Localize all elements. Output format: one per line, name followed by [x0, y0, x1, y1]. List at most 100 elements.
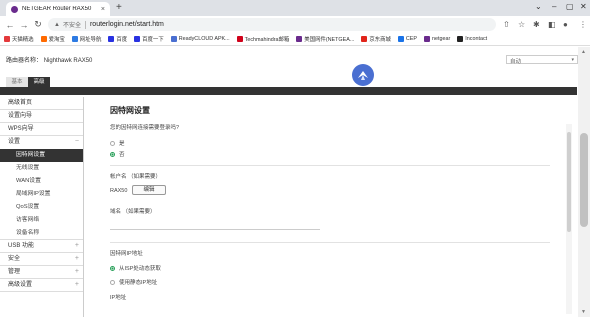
- bookmark-item[interactable]: 美国网件(NETGEA...: [296, 35, 354, 43]
- sidebar-group-label: 设置: [8, 139, 21, 145]
- sidebar-item-label: USB 功能: [8, 243, 35, 249]
- url-text[interactable]: routerlogin.net/start.htm: [90, 21, 164, 28]
- sidebar-item-internet-setup[interactable]: 因特网设置: [0, 149, 83, 162]
- sidebar-item-qos-setup[interactable]: QoS设置: [0, 201, 83, 214]
- bookmark-label: netgear: [432, 36, 451, 42]
- browser-tab[interactable]: NETGEAR Router RAX50 ×: [6, 2, 110, 16]
- maximize-icon[interactable]: ▢: [566, 2, 574, 11]
- profile-icon[interactable]: ●: [563, 20, 568, 29]
- bookmark-item[interactable]: 百度: [108, 35, 127, 43]
- tab-search-icon[interactable]: ⌄: [535, 2, 542, 11]
- expand-icon[interactable]: +: [75, 253, 79, 265]
- bookmark-item[interactable]: 天猫精选: [4, 35, 34, 43]
- bookmark-favicon-icon: [134, 36, 141, 42]
- sidebar-item-wireless-setup[interactable]: 无线设置: [0, 162, 83, 175]
- sidebar-item-advanced-setup[interactable]: 高级设置 +: [0, 279, 83, 292]
- login-yes-radio[interactable]: 是: [110, 139, 125, 147]
- sidebar-item-wps-wizard[interactable]: WPS向导: [0, 123, 83, 136]
- edit-button[interactable]: 编辑: [132, 185, 166, 195]
- divider: [110, 242, 550, 243]
- sidebar-item-device-name[interactable]: 设备名称: [0, 227, 83, 240]
- bookmark-item[interactable]: 网址导航: [71, 35, 101, 43]
- radio-selected-icon: [110, 265, 115, 271]
- new-tab-button[interactable]: +: [116, 2, 122, 14]
- bookmark-label: 百度一下: [142, 37, 164, 43]
- bookmark-favicon-icon: [296, 36, 303, 42]
- sidebar-item-wan-setup[interactable]: WAN设置: [0, 175, 83, 188]
- domain-input[interactable]: [110, 229, 320, 230]
- insecure-warning-icon[interactable]: ▲: [54, 22, 60, 28]
- page-title: 因特网设置: [110, 106, 150, 115]
- sidebar-item-lan-setup[interactable]: 局域网IP设置: [0, 188, 83, 201]
- bookmark-label: 百度: [116, 37, 128, 43]
- sidebar-item-security[interactable]: 安全 +: [0, 253, 83, 266]
- bookmark-label: 天猫精选: [12, 37, 34, 43]
- extensions-icon[interactable]: ✱: [533, 20, 540, 29]
- tab-close-icon[interactable]: ×: [101, 6, 105, 13]
- bookmark-label: 爱淘宝: [48, 37, 65, 43]
- sidebar-item-label: 管理: [8, 269, 21, 275]
- bookmark-item[interactable]: 爱淘宝: [40, 35, 65, 43]
- bookmark-item[interactable]: netgear: [424, 36, 450, 42]
- radio-label: 从ISP处动态获取: [119, 266, 161, 272]
- netgear-logo-icon: [352, 64, 374, 86]
- content-scrollbar[interactable]: [566, 124, 572, 314]
- reload-icon[interactable]: ↻: [31, 19, 45, 30]
- radio-label: 是: [119, 141, 125, 147]
- address-bar[interactable]: ▲ 不安全 routerlogin.net/start.htm: [48, 18, 496, 31]
- radio-icon: [110, 279, 115, 285]
- tab-basic[interactable]: 基本: [6, 77, 28, 87]
- bookmark-item[interactable]: 京东商城: [361, 35, 391, 43]
- expand-icon[interactable]: +: [75, 240, 79, 252]
- window-scrollbar-thumb[interactable]: [580, 133, 588, 227]
- window-scrollbar[interactable]: ▲ ▼: [578, 47, 590, 317]
- bookmark-favicon-icon: [4, 36, 10, 42]
- bookmark-favicon-icon: [424, 36, 430, 42]
- radio-selected-icon: [110, 151, 115, 157]
- expand-icon[interactable]: +: [75, 279, 79, 291]
- language-select[interactable]: 自动: [506, 55, 578, 65]
- content-scrollbar-thumb[interactable]: [567, 132, 571, 232]
- side-panel-icon[interactable]: ◧: [548, 20, 556, 29]
- menu-dots-icon[interactable]: ⋮: [579, 20, 587, 29]
- share-icon[interactable]: ⇧: [503, 20, 510, 29]
- bookmark-label: Incontact: [465, 36, 488, 42]
- sidebar-item-usb[interactable]: USB 功能 +: [0, 240, 83, 253]
- ip-dynamic-radio[interactable]: 从ISP处动态获取: [110, 264, 161, 272]
- router-name: 路由器名称： Nighthawk RAX50: [6, 55, 92, 64]
- minimize-icon[interactable]: –: [552, 2, 556, 11]
- bookmark-item[interactable]: 百度一下: [134, 35, 164, 43]
- bookmark-item[interactable]: Techmahindra邮箱: [236, 35, 289, 43]
- window-close-icon[interactable]: ✕: [580, 2, 587, 11]
- back-arrow-icon[interactable]: ←: [3, 20, 17, 30]
- scroll-down-icon[interactable]: ▼: [581, 309, 586, 315]
- sidebar-item-admin[interactable]: 管理 +: [0, 266, 83, 279]
- sidebar-item-guest-network[interactable]: 访客网络: [0, 214, 83, 227]
- router-name-label: 路由器名称：: [6, 58, 43, 64]
- ip-static-radio[interactable]: 使用静态IP地址: [110, 278, 157, 286]
- bookmark-label: ReadyCLOUD APK...: [178, 36, 230, 42]
- expand-icon[interactable]: +: [75, 266, 79, 278]
- sidebar-item-label: 高级设置: [8, 282, 33, 288]
- collapse-icon[interactable]: −: [75, 136, 79, 148]
- scroll-up-icon[interactable]: ▲: [581, 49, 586, 55]
- sidebar-group-setup[interactable]: 设置 −: [0, 136, 83, 149]
- sidebar-item-advanced-home[interactable]: 高级首页: [0, 97, 83, 110]
- browser-tab-strip: NETGEAR Router RAX50 × + ⌄ – ▢ ✕: [0, 0, 590, 16]
- sidebar-item-setup-wizard[interactable]: 设置向导: [0, 110, 83, 123]
- radio-label: 使用静态IP地址: [119, 280, 158, 286]
- bookmark-item[interactable]: Incontact: [457, 36, 487, 42]
- internet-setup-form: 因特网设置 您的因特网连接需要登录吗? 是 否 帐户名 （如果需要） RAX50…: [110, 97, 560, 317]
- domain-label: 域名 （如果需要）: [110, 209, 156, 215]
- forward-arrow-icon[interactable]: →: [17, 20, 31, 30]
- bookmark-star-icon[interactable]: ☆: [518, 20, 525, 29]
- login-no-radio[interactable]: 否: [110, 150, 125, 158]
- radio-icon: [110, 140, 115, 146]
- bookmark-favicon-icon: [71, 36, 78, 42]
- tab-advanced[interactable]: 高级: [28, 77, 50, 87]
- tab-title: NETGEAR Router RAX50: [22, 6, 92, 12]
- bookmark-item[interactable]: CEP: [397, 36, 417, 42]
- bookmark-item[interactable]: ReadyCLOUD APK...: [170, 36, 230, 42]
- bookmark-favicon-icon: [108, 36, 115, 42]
- router-page: 路由器名称： Nighthawk RAX50 自动 基本 高级 高级首页 设置向…: [0, 47, 590, 317]
